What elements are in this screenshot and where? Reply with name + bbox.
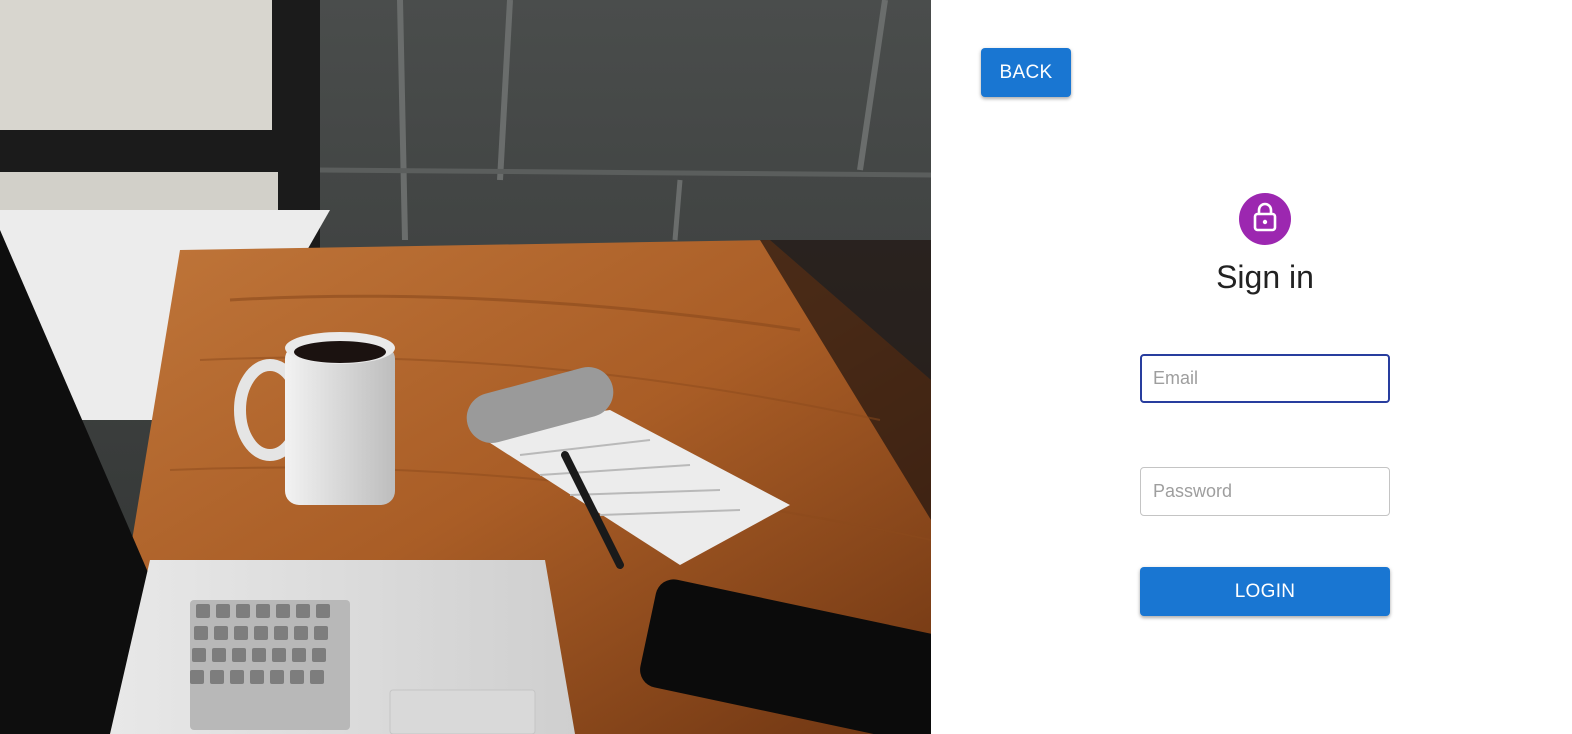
back-button[interactable]: BACK [981, 48, 1071, 97]
password-field[interactable] [1140, 467, 1390, 516]
sign-in-form: Sign in LOGIN [1140, 193, 1390, 616]
lock-icon [1252, 202, 1278, 237]
login-page: BACK Sign in LOGIN [0, 0, 1572, 734]
avatar [1239, 193, 1291, 245]
login-button[interactable]: LOGIN [1140, 567, 1390, 616]
workspace-photo [0, 0, 931, 734]
page-title: Sign in [1216, 259, 1314, 295]
email-field[interactable] [1140, 354, 1390, 403]
login-panel: BACK Sign in LOGIN [931, 0, 1572, 734]
